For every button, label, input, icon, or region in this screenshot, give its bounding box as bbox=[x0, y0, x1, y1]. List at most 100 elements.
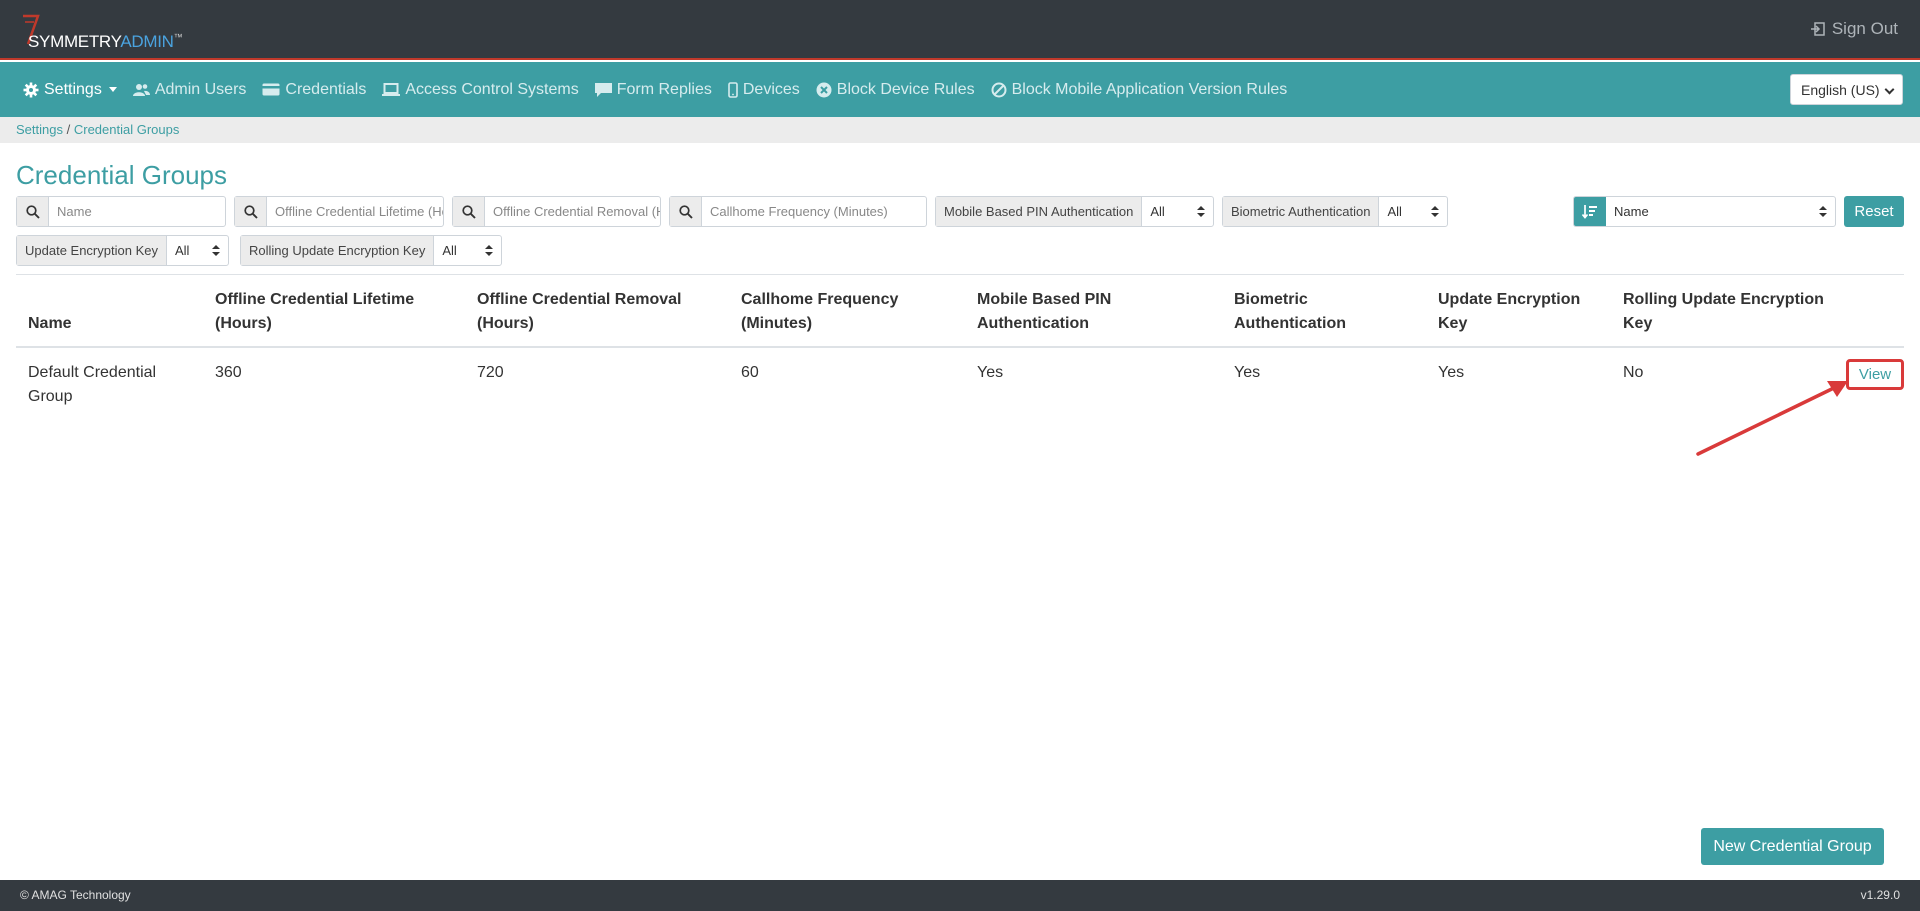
page-title: Credential Groups bbox=[16, 160, 227, 190]
mobile-pin-select[interactable]: All bbox=[1142, 197, 1213, 226]
column-header-callhome-line1: Callhome Frequency bbox=[741, 291, 899, 308]
card-icon bbox=[262, 83, 280, 96]
biometric-filter: Biometric Authentication All bbox=[1222, 196, 1448, 227]
column-header-biometric-line1: Biometric bbox=[1234, 291, 1308, 308]
reset-button[interactable]: Reset bbox=[1844, 196, 1904, 227]
biometric-select[interactable]: All bbox=[1379, 197, 1447, 226]
column-header-update-key-line1: Update Encryption bbox=[1438, 291, 1581, 308]
footer: © AMAG Technology v1.29.0 bbox=[0, 880, 1920, 911]
search-icon bbox=[235, 197, 267, 226]
sort-field-select[interactable]: Name bbox=[1606, 197, 1835, 226]
language-select[interactable]: English (US) bbox=[1790, 74, 1903, 105]
sort-arrows-icon bbox=[1431, 206, 1439, 218]
mobile-pin-filter: Mobile Based PIN Authentication All bbox=[935, 196, 1214, 227]
nav-label-admin-users: Admin Users bbox=[154, 80, 247, 98]
nav-label-block-mobile-app-version-rules: Block Mobile Application Version Rules bbox=[1011, 80, 1288, 98]
sort-direction-button[interactable] bbox=[1574, 197, 1606, 226]
column-header-rolling-key[interactable]: Rolling Update Encryption Key bbox=[1623, 288, 1824, 336]
column-header-lifetime-line2: (Hours) bbox=[215, 315, 272, 332]
column-header-callhome-line2: (Minutes) bbox=[741, 315, 813, 332]
column-header-lifetime-line1: Offline Credential Lifetime bbox=[215, 291, 415, 308]
footer-copyright: © AMAG Technology bbox=[20, 888, 131, 902]
cell-callhome: 60 bbox=[741, 364, 759, 381]
breadcrumb-separator: / bbox=[66, 122, 71, 137]
cell-update-key: Yes bbox=[1438, 364, 1465, 381]
search-icon bbox=[670, 197, 702, 226]
removal-search-input[interactable]: Offline Credential Removal (Hours) bbox=[485, 197, 660, 226]
comment-icon bbox=[594, 82, 612, 97]
main-nav: Settings Admin Users Credentials Access … bbox=[0, 62, 1920, 117]
nav-item-devices[interactable]: Devices bbox=[728, 81, 800, 99]
rolling-key-select-value: All bbox=[442, 243, 457, 258]
callhome-search-group: Callhome Frequency (Minutes) bbox=[669, 196, 927, 227]
column-header-update-key[interactable]: Update Encryption Key bbox=[1438, 288, 1580, 336]
top-header: SYMMETRYADMIN™ Sign Out bbox=[0, 0, 1920, 60]
logo-trademark: ™ bbox=[173, 32, 183, 42]
cell-removal: 720 bbox=[477, 364, 504, 381]
sort-arrows-icon bbox=[485, 245, 493, 257]
column-header-rolling-key-line1: Rolling Update Encryption bbox=[1623, 291, 1824, 308]
nav-item-credentials[interactable]: Credentials bbox=[262, 81, 366, 99]
nav-label-settings: Settings bbox=[44, 80, 102, 98]
breadcrumb-settings-link[interactable]: Settings bbox=[16, 122, 63, 137]
search-icon bbox=[453, 197, 485, 226]
column-header-mobile-pin-line1: Mobile Based PIN bbox=[977, 291, 1112, 308]
cell-mobile-pin: Yes bbox=[977, 364, 1004, 381]
column-header-callhome[interactable]: Callhome Frequency (Minutes) bbox=[741, 288, 898, 336]
update-key-filter-label: Update Encryption Key bbox=[17, 236, 167, 265]
gear-icon bbox=[23, 82, 39, 97]
cell-rolling-key: No bbox=[1623, 364, 1644, 381]
name-search-input[interactable]: Name bbox=[49, 197, 225, 226]
sign-out-link[interactable]: Sign Out bbox=[1810, 19, 1898, 39]
nav-label-form-replies: Form Replies bbox=[616, 80, 712, 98]
sort-descending-icon bbox=[1582, 204, 1597, 219]
language-value: English (US) bbox=[1801, 81, 1880, 98]
column-header-lifetime[interactable]: Offline Credential Lifetime (Hours) bbox=[215, 288, 414, 336]
update-key-select[interactable]: All bbox=[167, 236, 228, 265]
column-header-name-line1: Name bbox=[28, 315, 72, 332]
nav-item-admin-users[interactable]: Admin Users bbox=[132, 80, 247, 99]
sign-out-label: Sign Out bbox=[1831, 19, 1898, 38]
update-key-select-value: All bbox=[174, 243, 190, 258]
logo-secondary: ADMIN bbox=[120, 32, 174, 51]
logo-text: SYMMETRYADMIN™ bbox=[28, 32, 183, 52]
cell-lifetime: 360 bbox=[215, 364, 242, 381]
column-header-name[interactable]: Name bbox=[28, 312, 72, 336]
column-header-mobile-pin[interactable]: Mobile Based PIN Authentication bbox=[977, 288, 1111, 336]
chevron-down-icon bbox=[1884, 84, 1895, 95]
cell-biometric: Yes bbox=[1234, 364, 1261, 381]
cell-name: Default Credential Group bbox=[28, 361, 156, 409]
ban-icon bbox=[991, 82, 1007, 97]
users-icon bbox=[132, 83, 150, 96]
footer-version: v1.29.0 bbox=[1860, 888, 1900, 902]
rolling-key-select[interactable]: All bbox=[434, 236, 501, 265]
nav-item-access-control-systems[interactable]: Access Control Systems bbox=[382, 81, 579, 99]
logo-primary: SYMMETRY bbox=[28, 32, 121, 51]
mobile-pin-filter-label: Mobile Based PIN Authentication bbox=[936, 197, 1143, 226]
biometric-filter-label: Biometric Authentication bbox=[1223, 197, 1380, 226]
new-credential-group-button[interactable]: New Credential Group bbox=[1701, 828, 1884, 865]
column-header-update-key-line2: Key bbox=[1438, 315, 1468, 332]
annotation-arrow-icon bbox=[1696, 381, 1848, 456]
search-icon bbox=[17, 197, 49, 226]
nav-item-block-device-rules[interactable]: Block Device Rules bbox=[816, 81, 975, 99]
circle-x-icon bbox=[816, 82, 832, 97]
callhome-search-input[interactable]: Callhome Frequency (Minutes) bbox=[702, 197, 926, 226]
sort-arrows-icon bbox=[1819, 206, 1827, 218]
lifetime-search-input[interactable]: Offline Credential Lifetime (Hours) bbox=[267, 197, 443, 226]
column-header-rolling-key-line2: Key bbox=[1623, 315, 1653, 332]
nav-item-settings[interactable]: Settings bbox=[23, 81, 117, 99]
column-header-removal[interactable]: Offline Credential Removal (Hours) bbox=[477, 288, 682, 336]
nav-label-block-device-rules: Block Device Rules bbox=[836, 80, 975, 98]
table-header: Name Offline Credential Lifetime (Hours)… bbox=[16, 276, 1904, 348]
filter-divider bbox=[16, 274, 1904, 275]
nav-label-devices: Devices bbox=[742, 80, 800, 98]
symmetry-admin-logo[interactable]: SYMMETRYADMIN™ bbox=[20, 14, 200, 52]
nav-item-block-mobile-app-version-rules[interactable]: Block Mobile Application Version Rules bbox=[991, 80, 1288, 99]
column-header-removal-line2: (Hours) bbox=[477, 315, 534, 332]
cell-name-line2: Group bbox=[28, 388, 73, 405]
sort-arrows-icon bbox=[1197, 206, 1205, 218]
column-header-biometric[interactable]: Biometric Authentication bbox=[1234, 288, 1346, 336]
nav-item-form-replies[interactable]: Form Replies bbox=[594, 80, 712, 99]
rolling-key-filter: Rolling Update Encryption Key All bbox=[240, 235, 502, 266]
